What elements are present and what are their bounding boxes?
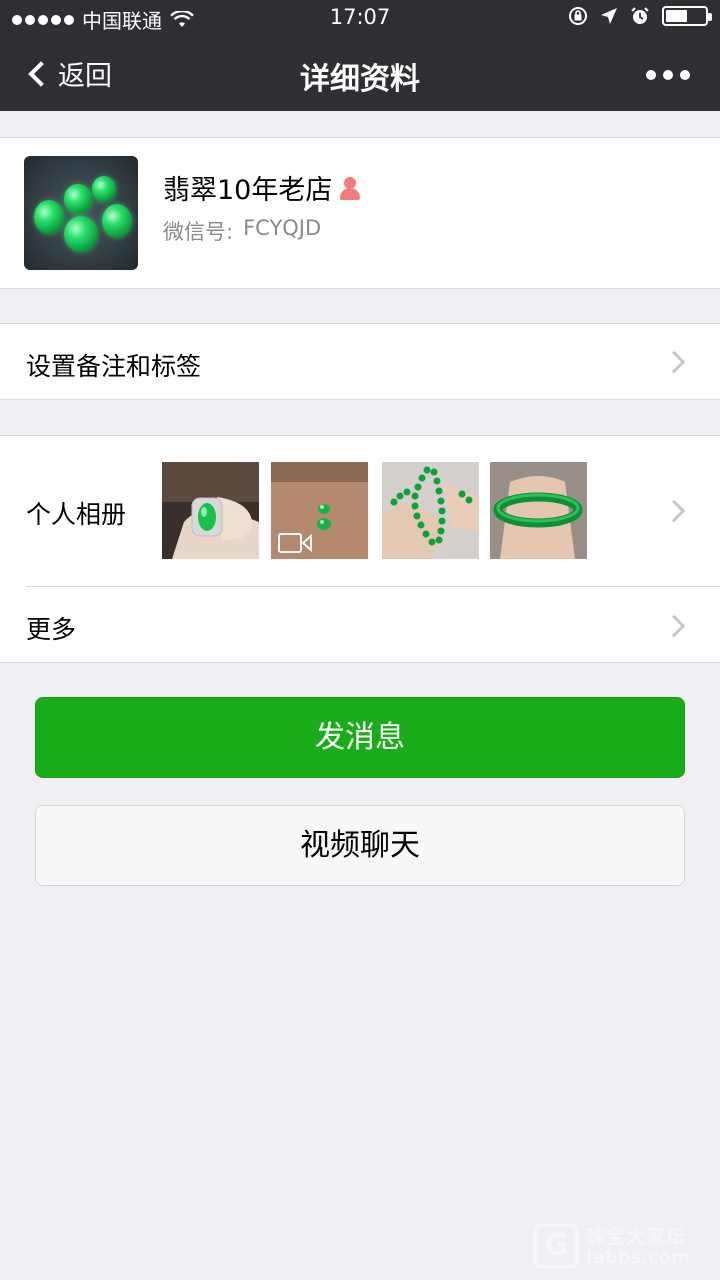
watermark-line2: Iabbs.com bbox=[586, 1247, 690, 1268]
location-arrow-icon bbox=[601, 8, 617, 24]
profile-name: 翡翠10年老店 bbox=[163, 175, 333, 206]
profile-name-row: 翡翠10年老店 bbox=[163, 168, 362, 207]
navigation-bar: 返回 详细资料 bbox=[0, 36, 720, 111]
album-photo-ring[interactable] bbox=[162, 462, 259, 559]
jade-gem bbox=[64, 184, 92, 214]
page-title: 详细资料 bbox=[300, 62, 420, 97]
forum-watermark-logo: G 珠宝大家坛 Iabbs.com bbox=[534, 1220, 712, 1272]
album-video-gems[interactable] bbox=[271, 462, 368, 559]
top-bar: 中国联通 17:07 返回 详细资料 bbox=[0, 0, 720, 111]
chevron-right-icon bbox=[662, 499, 686, 523]
jade-gem bbox=[102, 204, 132, 238]
jade-gem bbox=[92, 176, 116, 202]
wechat-id-label: 微信号: bbox=[163, 220, 234, 244]
orientation-lock-icon bbox=[569, 7, 587, 25]
jade-gem bbox=[34, 200, 64, 234]
wechat-id-value: FCYQJD bbox=[243, 216, 322, 240]
video-chat-button[interactable]: 视频聊天 bbox=[35, 805, 685, 886]
more-row[interactable]: 更多 bbox=[0, 587, 720, 663]
battery-icon bbox=[662, 6, 712, 26]
chevron-right-icon bbox=[662, 614, 686, 638]
battery-level-fill bbox=[666, 10, 687, 22]
set-remark-tags-row[interactable]: 设置备注和标签 bbox=[0, 323, 720, 400]
chevron-right-icon bbox=[662, 350, 686, 374]
avatar[interactable] bbox=[24, 156, 138, 270]
personal-album-label: 个人相册 bbox=[26, 500, 127, 529]
set-remark-tags-label: 设置备注和标签 bbox=[26, 352, 202, 381]
more-options-icon[interactable] bbox=[646, 70, 690, 80]
more-label: 更多 bbox=[26, 615, 77, 644]
album-more-group: 个人相册 更多 bbox=[0, 435, 720, 663]
alarm-icon bbox=[631, 7, 649, 24]
album-photo-necklace[interactable] bbox=[382, 462, 479, 559]
profile-card: 翡翠10年老店 微信号: FCYQJD bbox=[0, 137, 720, 289]
status-bar: 中国联通 17:07 bbox=[0, 0, 720, 36]
watermark-letter: G bbox=[534, 1224, 578, 1268]
album-photo-bangle[interactable] bbox=[490, 462, 587, 559]
jade-gem bbox=[64, 216, 98, 252]
wechat-id-row: 微信号: FCYQJD bbox=[163, 216, 321, 246]
personal-album-row[interactable]: 个人相册 bbox=[0, 436, 720, 586]
send-message-button[interactable]: 发消息 bbox=[35, 697, 685, 778]
watermark-line1: 珠宝大家坛 bbox=[586, 1226, 687, 1248]
female-gender-icon bbox=[338, 176, 362, 200]
video-camera-icon bbox=[278, 533, 312, 553]
